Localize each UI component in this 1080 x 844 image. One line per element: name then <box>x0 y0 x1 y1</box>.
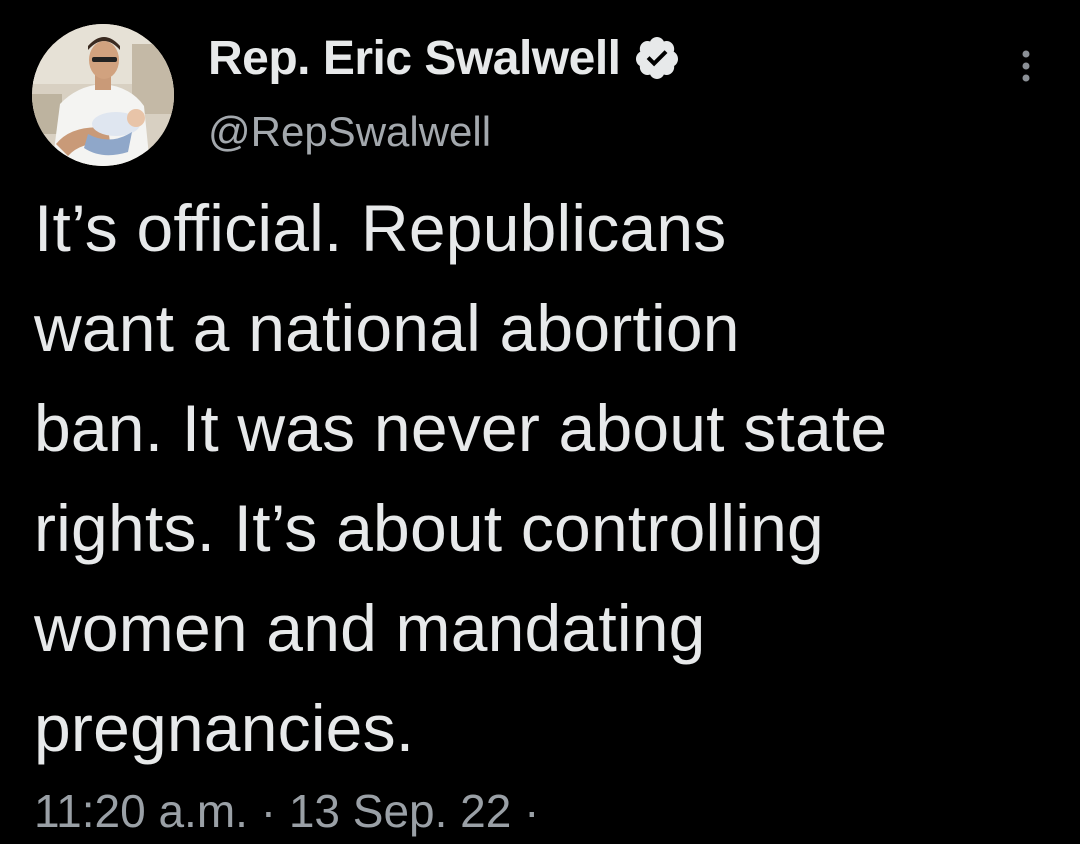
tweet: Rep. Eric Swalwell @RepSwalwell It’s off… <box>0 0 1080 844</box>
more-options-icon[interactable] <box>1008 44 1044 88</box>
author-name-row[interactable]: Rep. Eric Swalwell <box>208 28 681 88</box>
tweet-text: It’s official. Republicans want a nation… <box>34 191 888 765</box>
avatar[interactable] <box>32 24 174 166</box>
profile-photo-icon <box>32 24 174 166</box>
author-display-name[interactable]: Rep. Eric Swalwell <box>208 31 621 86</box>
author-handle[interactable]: @RepSwalwell <box>208 108 491 156</box>
verified-badge-icon <box>633 34 681 82</box>
tweet-timestamp[interactable]: 11:20 a.m. · 13 Sep. 22 · <box>34 784 539 838</box>
